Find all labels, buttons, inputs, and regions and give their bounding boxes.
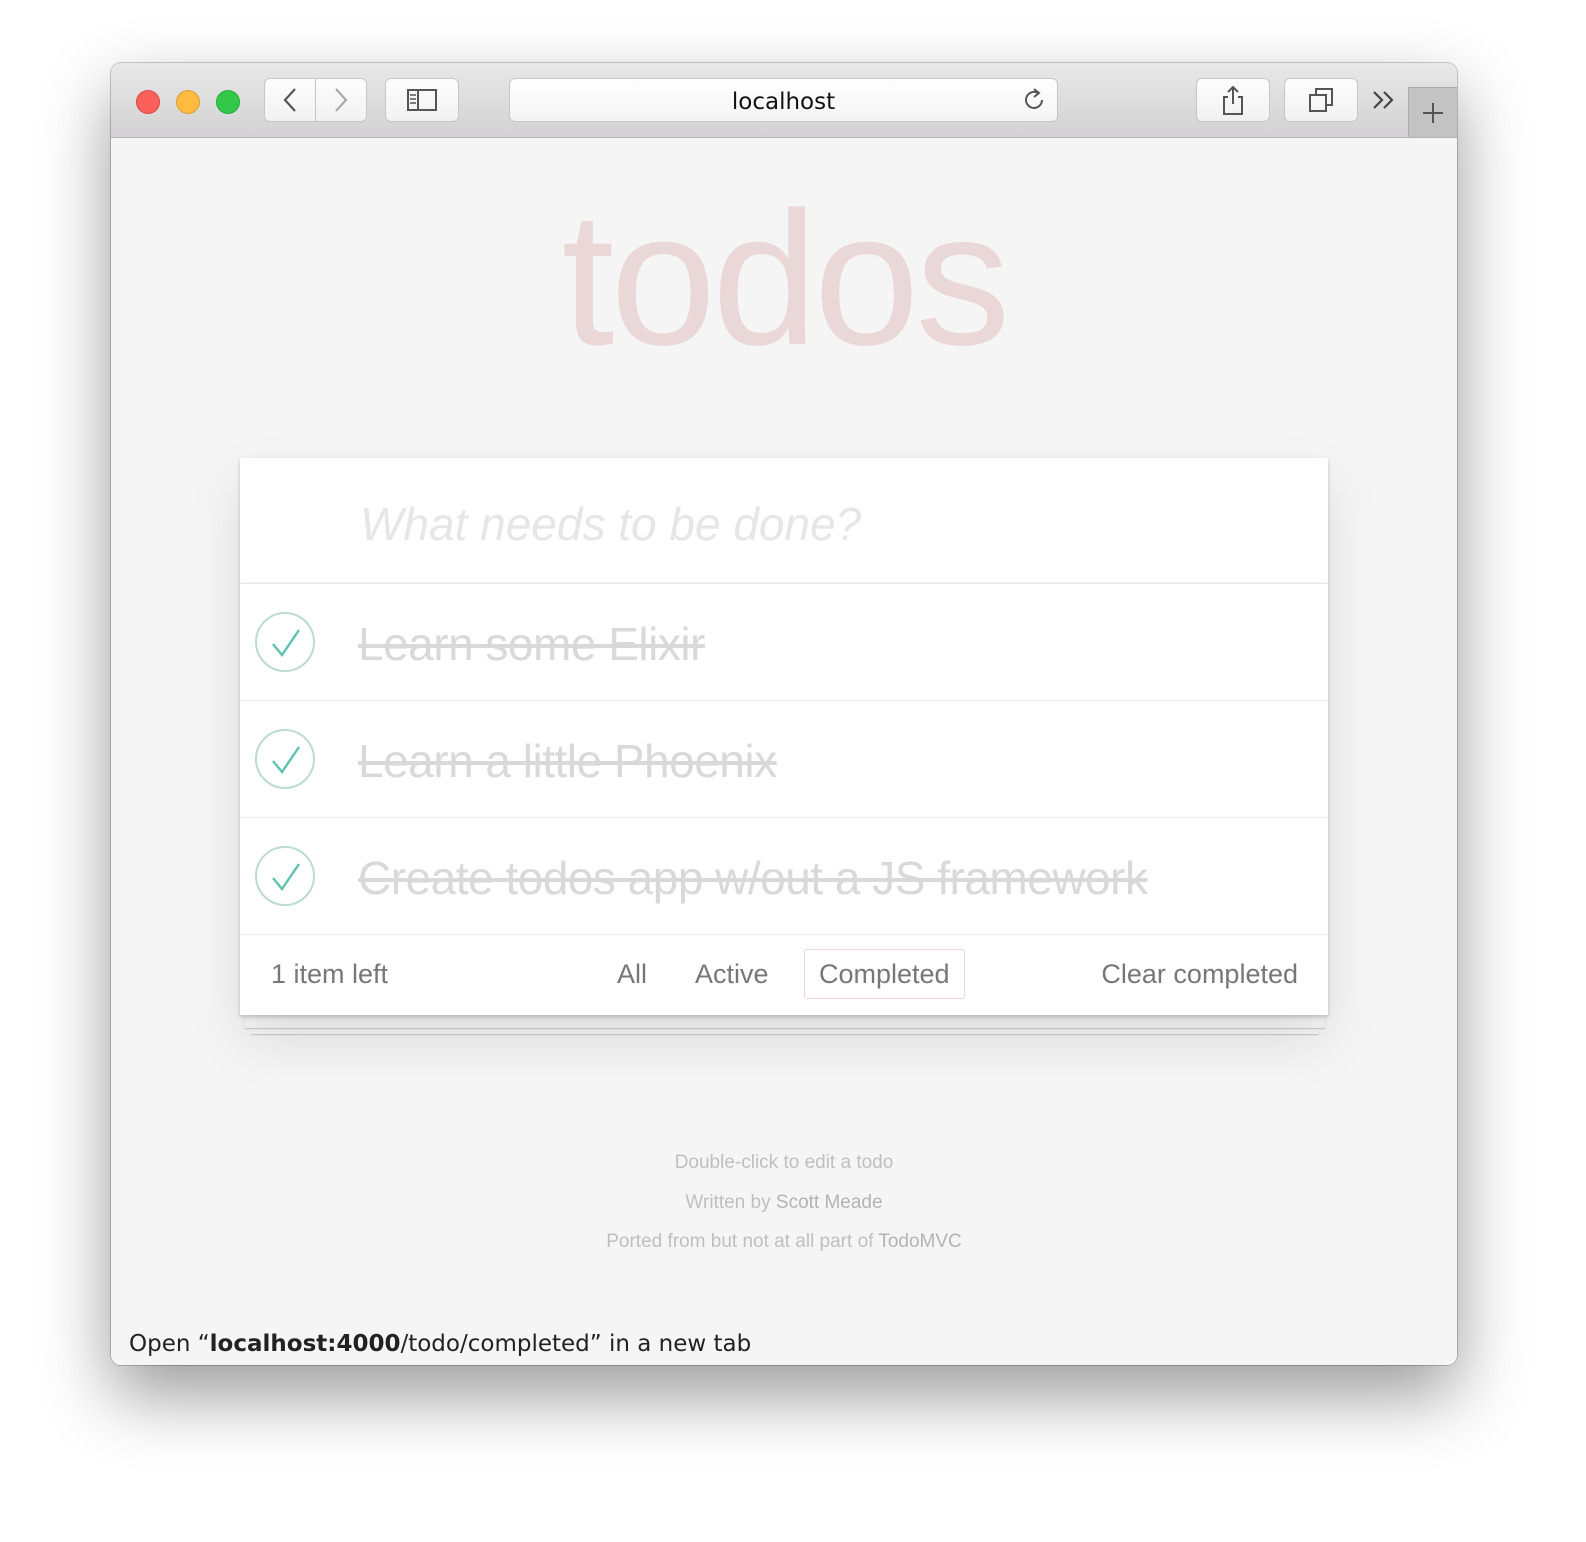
filter-completed-link[interactable]: Completed — [804, 949, 965, 999]
author-prefix: Written by — [685, 1191, 776, 1213]
todo-label[interactable]: Learn a little Phoenix — [358, 735, 777, 787]
checkmark-icon — [272, 746, 300, 775]
todo-label[interactable]: Learn some Elixir — [358, 618, 705, 670]
plus-icon — [1423, 102, 1443, 123]
author-line: Written by Scott Meade — [111, 1183, 1457, 1223]
ported-prefix: Ported from but not at all part of — [606, 1231, 879, 1252]
share-button[interactable] — [1196, 78, 1270, 122]
status-suffix: ” in a new tab — [589, 1331, 752, 1357]
todo-toggle-checkbox[interactable] — [255, 612, 315, 672]
edit-hint: Double-click to edit a todo — [674, 1152, 894, 1173]
chevron-right-icon — [335, 88, 348, 112]
address-text: localhost — [731, 89, 836, 115]
checkmark-icon — [272, 863, 300, 892]
todo-item[interactable]: Learn some Elixir — [240, 584, 1328, 701]
forward-button[interactable] — [315, 78, 367, 122]
new-tab-button[interactable] — [1408, 87, 1457, 137]
browser-toolbar: localhost — [111, 63, 1457, 138]
app-title: todos — [561, 173, 1011, 385]
chevron-left-icon — [283, 88, 296, 112]
minimize-window-button[interactable] — [176, 90, 200, 114]
info-footer: Double-click to edit a todo Written by S… — [111, 1143, 1457, 1262]
todo-footer: 1 item left All Active Completed Clear c… — [240, 935, 1328, 1015]
new-todo-row — [240, 458, 1328, 584]
todo-toggle-checkbox[interactable] — [255, 846, 315, 906]
checkmark-icon — [272, 629, 300, 658]
todo-label[interactable]: Create todos app w/out a JS framework — [358, 852, 1148, 904]
double-chevron-right-icon[interactable] — [1371, 88, 1397, 112]
sidebar-button[interactable] — [385, 78, 459, 122]
todo-app: Learn some Elixir Learn a little Phoenix… — [240, 458, 1328, 1015]
filter-all-link[interactable]: All — [602, 949, 662, 999]
sidebar-icon — [407, 89, 437, 111]
author-link[interactable]: Scott Meade — [776, 1192, 883, 1213]
items-left-count: 1 item left — [271, 959, 389, 989]
browser-window: localhost todos What needs to be done? L… — [111, 63, 1457, 1365]
filter-active-link[interactable]: Active — [680, 949, 784, 999]
page-content: todos Learn some Elixir — [111, 138, 1457, 1365]
status-host: localhost:4000 — [209, 1331, 401, 1357]
status-path: /todo/completed — [400, 1331, 590, 1357]
reload-icon[interactable] — [1021, 87, 1047, 113]
status-bar: Open “localhost:4000/todo/completed” in … — [111, 1324, 766, 1365]
new-todo-input[interactable] — [358, 488, 1262, 560]
address-bar[interactable]: localhost — [509, 78, 1058, 122]
todo-toggle-checkbox[interactable] — [255, 729, 315, 789]
back-button[interactable] — [264, 78, 316, 122]
share-icon — [1223, 85, 1243, 115]
todo-item[interactable]: Create todos app w/out a JS framework — [240, 818, 1328, 935]
zoom-window-button[interactable] — [216, 90, 240, 114]
status-prefix: Open “ — [129, 1331, 210, 1357]
tabs-overview-icon — [1309, 88, 1333, 112]
ported-line: Ported from but not at all part of TodoM… — [111, 1222, 1457, 1262]
todo-item[interactable]: Learn a little Phoenix — [240, 701, 1328, 818]
todomvc-link[interactable]: TodoMVC — [878, 1231, 961, 1252]
tabs-overview-button[interactable] — [1284, 78, 1358, 122]
clear-completed-button[interactable]: Clear completed — [1101, 959, 1298, 990]
close-window-button[interactable] — [136, 90, 160, 114]
